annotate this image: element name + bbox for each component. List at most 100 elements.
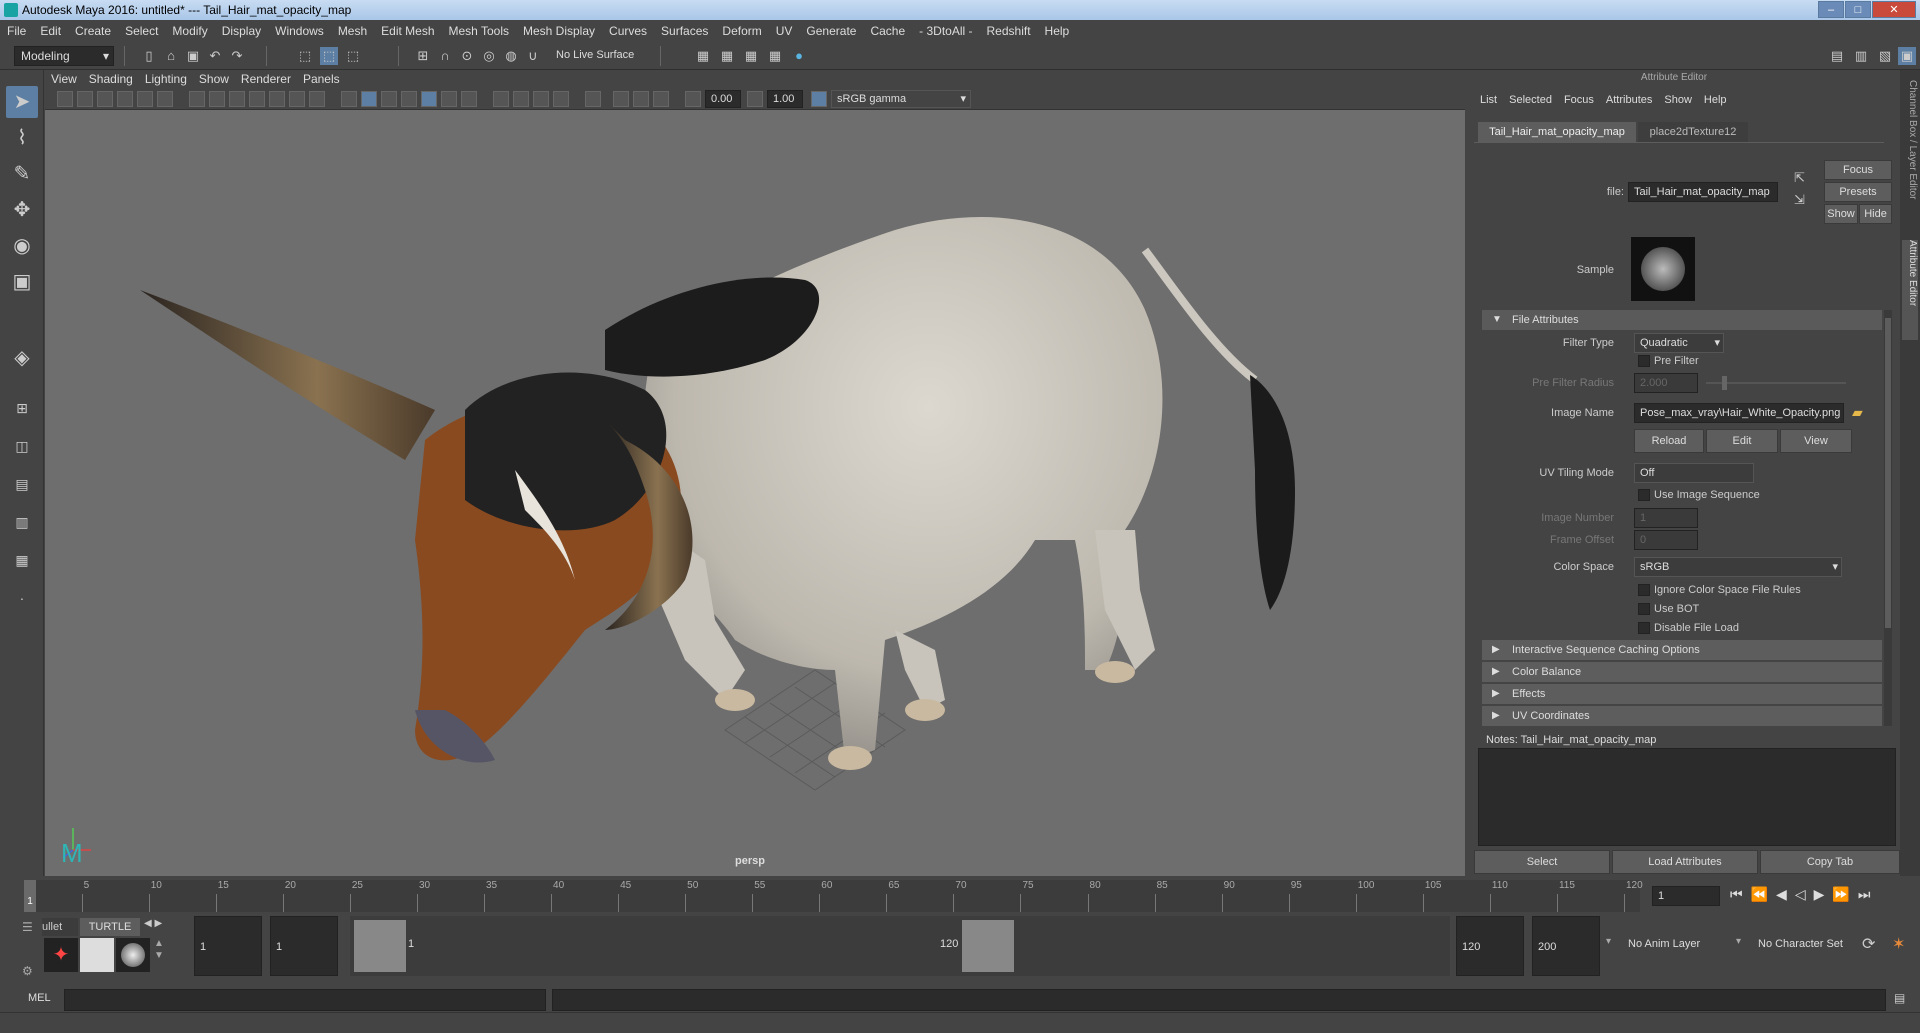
color-space-select[interactable]: sRGB ▾ xyxy=(1634,557,1842,577)
new-scene-icon[interactable]: ▯ xyxy=(140,47,158,65)
reload-button[interactable]: Reload xyxy=(1634,429,1704,453)
notes-textarea[interactable] xyxy=(1478,748,1896,846)
chevron-down-icon[interactable]: ▾ xyxy=(1736,936,1741,947)
menu-mesh[interactable]: Mesh xyxy=(338,24,367,38)
viewport-menu-view[interactable]: View xyxy=(51,72,77,86)
section-effects[interactable]: ▶ Effects xyxy=(1482,684,1882,704)
attribute-editor-toggle-icon[interactable]: ▣ xyxy=(1898,47,1916,65)
mel-label[interactable]: MEL xyxy=(28,992,51,1004)
playback-controls[interactable]: ⏮⏪◀◁▶⏩⏭ xyxy=(1730,886,1878,903)
persp-outliner-icon[interactable]: ▤ xyxy=(6,468,38,500)
lasso-tool-icon[interactable]: ⌇ xyxy=(6,122,38,154)
select-node-icon[interactable]: ⇲ xyxy=(1794,192,1805,208)
tab-file-node[interactable]: Tail_Hair_mat_opacity_map xyxy=(1478,122,1636,142)
grease-pencil-icon[interactable] xyxy=(157,91,173,107)
section-interactive-caching[interactable]: ▶ Interactive Sequence Caching Options xyxy=(1482,640,1882,660)
presets-button[interactable]: Presets xyxy=(1824,182,1892,202)
xray-components-icon[interactable] xyxy=(653,91,669,107)
step-back-frame-icon[interactable]: ◀ xyxy=(1776,886,1795,902)
magnet-icon[interactable]: ∪ xyxy=(524,47,542,65)
snap-view-icon[interactable]: ◎ xyxy=(480,47,498,65)
animation-end-field[interactable]: 200 xyxy=(1532,916,1600,976)
pre-filter-checkbox[interactable] xyxy=(1638,355,1650,367)
select-object-icon[interactable]: ⬚ xyxy=(320,47,338,65)
menu-mesh-display[interactable]: Mesh Display xyxy=(523,24,595,38)
pre-filter-radius-slider[interactable] xyxy=(1706,382,1846,384)
single-view-icon[interactable]: ◈ xyxy=(6,342,38,374)
section-color-balance[interactable]: ▶ Color Balance xyxy=(1482,662,1882,682)
safe-title-icon[interactable] xyxy=(309,91,325,107)
shelf-item-sphere-icon[interactable] xyxy=(116,938,150,972)
layout-icon[interactable]: ▥ xyxy=(1852,47,1870,65)
menu-modify[interactable]: Modify xyxy=(172,24,207,38)
motion-blur-icon[interactable] xyxy=(513,91,529,107)
layout-icon[interactable]: ▧ xyxy=(1876,47,1894,65)
ambient-occlusion-icon[interactable] xyxy=(493,91,509,107)
ae-menu-list[interactable]: List xyxy=(1480,94,1497,106)
animation-preferences-icon[interactable]: ✶ xyxy=(1892,934,1905,954)
depth-of-field-icon[interactable] xyxy=(553,91,569,107)
shelf-item-fire-icon[interactable]: ✦ xyxy=(44,938,78,972)
gamma-icon[interactable] xyxy=(747,91,763,107)
isolate-select-icon[interactable] xyxy=(585,91,601,107)
menu-generate[interactable]: Generate xyxy=(806,24,856,38)
view-button[interactable]: View xyxy=(1780,429,1852,453)
live-surface-label[interactable]: No Live Surface xyxy=(556,49,634,61)
animation-start-field[interactable]: 1 xyxy=(194,916,262,976)
shelf-arrows-icon[interactable]: ◀ ▶ xyxy=(144,918,162,929)
node-name-field[interactable]: Tail_Hair_mat_opacity_map xyxy=(1628,182,1778,202)
wireframe-icon[interactable] xyxy=(341,91,357,107)
current-time-marker[interactable]: 1 xyxy=(24,880,36,912)
menu-select[interactable]: Select xyxy=(125,24,158,38)
slider-handle[interactable] xyxy=(1722,376,1727,390)
menu-curves[interactable]: Curves xyxy=(609,24,647,38)
use-default-material-icon[interactable] xyxy=(381,91,397,107)
field-chart-icon[interactable] xyxy=(269,91,285,107)
snap-surface-icon[interactable]: ◍ xyxy=(502,47,520,65)
bull-model[interactable] xyxy=(140,216,1295,770)
viewport-menu-lighting[interactable]: Lighting xyxy=(145,72,187,86)
ae-menu-focus[interactable]: Focus xyxy=(1564,94,1594,106)
bookmark-icon[interactable] xyxy=(97,91,113,107)
play-back-icon[interactable]: ◁ xyxy=(1795,886,1814,902)
hide-button[interactable]: Hide xyxy=(1859,204,1892,224)
menu-create[interactable]: Create xyxy=(75,24,111,38)
load-attributes-button[interactable]: Load Attributes xyxy=(1612,850,1758,874)
menu-uv[interactable]: UV xyxy=(776,24,793,38)
2d-pan-icon[interactable] xyxy=(137,91,153,107)
open-scene-icon[interactable]: ⌂ xyxy=(162,47,180,65)
grid-icon[interactable] xyxy=(189,91,205,107)
select-tool-icon[interactable]: ➤ xyxy=(6,86,38,118)
viewport-menu-show[interactable]: Show xyxy=(199,72,229,86)
play-forward-icon[interactable]: ▶ xyxy=(1814,886,1833,902)
paint-select-icon[interactable]: ✎ xyxy=(6,158,38,190)
ipr-render-icon[interactable]: ▦ xyxy=(742,47,760,65)
four-view-icon[interactable]: ⊞ xyxy=(6,392,38,424)
shelf-menu-icon[interactable]: ☰ xyxy=(22,920,33,934)
range-end-handle[interactable] xyxy=(962,920,1014,972)
gamma-field[interactable]: 1.00 xyxy=(767,90,803,108)
section-uv-coordinates[interactable]: ▶ UV Coordinates xyxy=(1482,706,1882,726)
shelf-tab-turtle[interactable]: TURTLE xyxy=(80,918,140,936)
render-settings-icon[interactable]: ▦ xyxy=(694,47,712,65)
sample-swatch[interactable] xyxy=(1631,237,1695,301)
focus-button[interactable]: Focus xyxy=(1824,160,1892,180)
menu-file[interactable]: File xyxy=(7,24,26,38)
resolution-gate-icon[interactable] xyxy=(229,91,245,107)
layout-icon[interactable]: ▤ xyxy=(1828,47,1846,65)
time-slider[interactable]: 1510152025303540455055606570758085909510… xyxy=(0,876,1920,916)
menu-help[interactable]: Help xyxy=(1045,24,1070,38)
menu-surfaces[interactable]: Surfaces xyxy=(661,24,708,38)
shelf-tab-bullet[interactable]: ullet xyxy=(42,918,78,936)
use-image-sequence-checkbox[interactable] xyxy=(1638,489,1650,501)
viewport-menu-renderer[interactable]: Renderer xyxy=(241,72,291,86)
exposure-icon[interactable] xyxy=(685,91,701,107)
shelf-settings-icon[interactable]: ⚙ xyxy=(22,964,33,978)
save-scene-icon[interactable]: ▣ xyxy=(184,47,202,65)
redo-icon[interactable]: ↷ xyxy=(228,47,246,65)
menu-mesh-tools[interactable]: Mesh Tools xyxy=(449,24,509,38)
ae-menu-show[interactable]: Show xyxy=(1664,94,1692,106)
ae-menu-attributes[interactable]: Attributes xyxy=(1606,94,1652,106)
shadows-icon[interactable] xyxy=(461,91,477,107)
section-file-attributes[interactable]: ▼ File Attributes xyxy=(1482,310,1882,330)
